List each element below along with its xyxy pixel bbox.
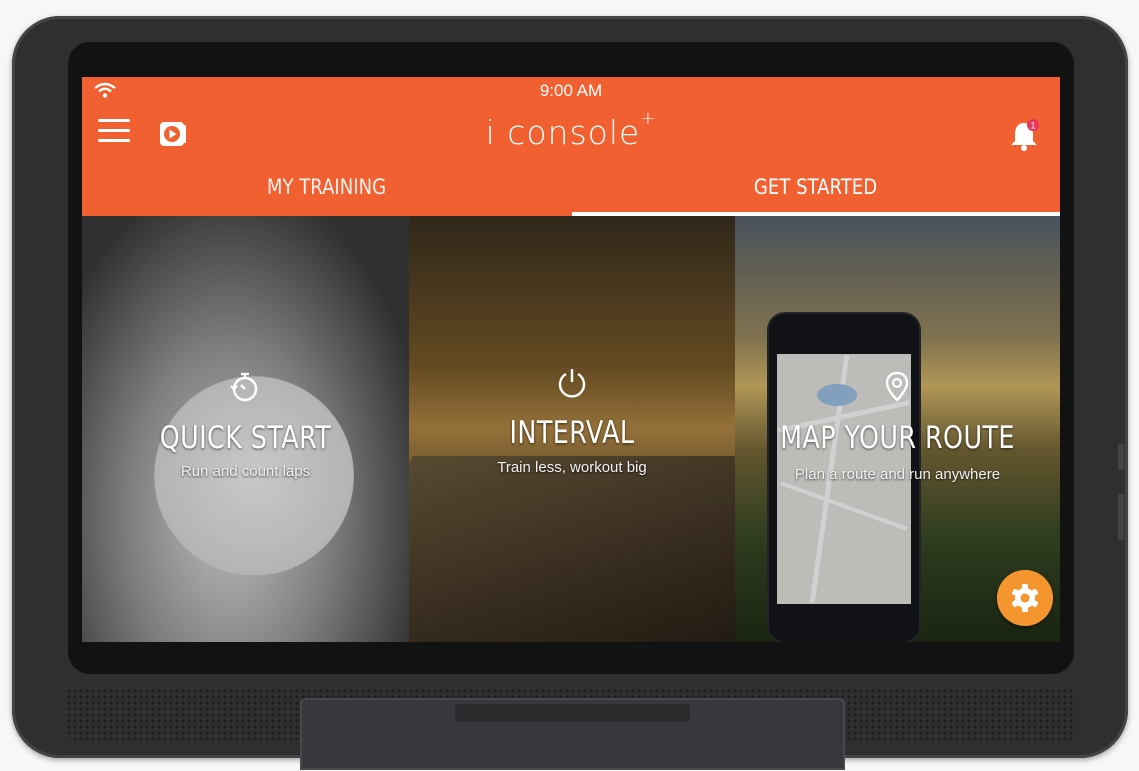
app-header: 9:00 AM i console+ 1 MY TRAINING GET STA… bbox=[82, 77, 1060, 216]
notification-badge: 1 bbox=[1030, 121, 1035, 131]
power-icon bbox=[558, 369, 586, 398]
app-screen: 9:00 AM i console+ 1 MY TRAINING GET STA… bbox=[82, 77, 1060, 642]
side-button bbox=[1118, 444, 1124, 470]
tile-title: MAP YOUR ROUTE bbox=[780, 420, 1015, 456]
gear-icon[interactable] bbox=[997, 570, 1053, 626]
tab-get-started[interactable]: GET STARTED bbox=[605, 173, 1026, 213]
location-pin-icon bbox=[885, 371, 909, 402]
tile-subtitle: Plan a route and run anywhere bbox=[794, 466, 1001, 483]
logo-text: i console bbox=[485, 113, 641, 152]
tile-subtitle: Train less, workout big bbox=[497, 459, 647, 476]
tile-title: QUICK START bbox=[159, 420, 332, 456]
device-stand bbox=[300, 698, 845, 770]
app-logo: i console+ bbox=[82, 108, 1060, 152]
tab-my-training[interactable]: MY TRAINING bbox=[116, 173, 537, 213]
interval-tile[interactable]: INTERVAL Train less, workout big bbox=[409, 216, 735, 642]
tile-title: INTERVAL bbox=[509, 415, 635, 451]
stopwatch-icon bbox=[230, 372, 258, 402]
logo-plus: + bbox=[640, 108, 657, 129]
quick-start-tile[interactable]: QUICK START Run and count laps bbox=[82, 216, 409, 642]
tile-subtitle: Run and count laps bbox=[180, 463, 311, 480]
bell-icon[interactable]: 1 bbox=[1006, 117, 1042, 153]
side-button bbox=[1118, 494, 1124, 540]
status-time: 9:00 AM bbox=[539, 81, 603, 100]
